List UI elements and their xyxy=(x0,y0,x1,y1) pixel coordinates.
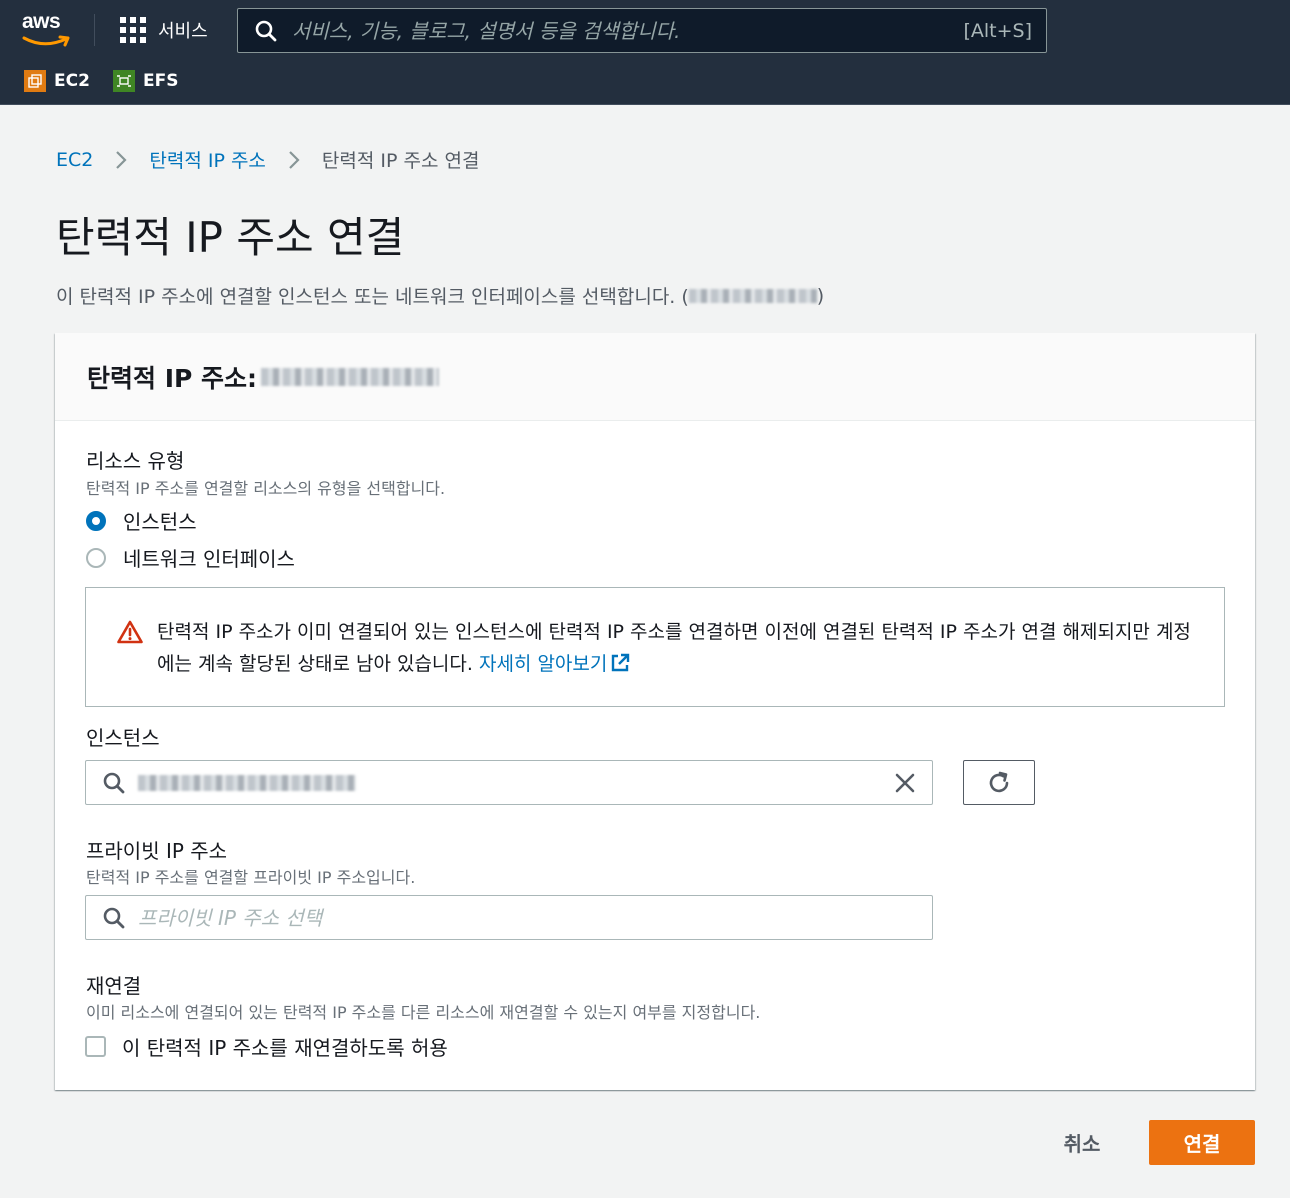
card-header: 탄력적 IP 주소: xyxy=(55,333,1255,421)
aws-logo[interactable]: aws xyxy=(22,10,72,48)
external-link-icon xyxy=(612,653,630,672)
redacted-elastic-ip xyxy=(261,367,440,386)
resource-type-hint: 탄력적 IP 주소를 연결할 리소스의 유형을 선택합니다. xyxy=(86,479,446,498)
redacted-ip-address xyxy=(688,288,817,303)
page-description: 이 탄력적 IP 주소에 연결할 인스턴스 또는 네트워크 인터페이스를 선택합… xyxy=(56,282,824,309)
breadcrumb: EC2 탄력적 IP 주소 탄력적 IP 주소 연결 xyxy=(56,146,479,173)
private-ip-label: 프라이빗 IP 주소 xyxy=(86,839,228,863)
radio-network-interface[interactable]: 네트워크 인터페이스 xyxy=(86,543,295,572)
warning-message: 탄력적 IP 주소가 이미 연결되어 있는 인스턴스에 탄력적 IP 주소를 연… xyxy=(157,621,1191,675)
radio-button[interactable] xyxy=(86,547,106,568)
page-title: 탄력적 IP 주소 연결 xyxy=(56,213,405,262)
private-ip-select[interactable] xyxy=(85,895,933,940)
chevron-right-icon xyxy=(288,150,300,170)
chevron-right-icon xyxy=(115,150,127,170)
instance-select[interactable] xyxy=(85,760,933,805)
aws-smile-icon xyxy=(22,35,70,47)
search-shortcut-hint: [Alt+S] xyxy=(963,19,1032,42)
top-navigation: aws 서비스 [Alt+S] EC2 EFS xyxy=(0,0,1290,105)
association-form-card: 탄력적 IP 주소: xyxy=(55,333,1255,1090)
resource-type-label: 리소스 유형 xyxy=(86,449,185,473)
breadcrumb-link-ec2[interactable]: EC2 xyxy=(56,149,93,171)
favorite-ec2[interactable]: EC2 xyxy=(24,70,90,92)
clear-icon[interactable] xyxy=(892,770,918,796)
private-ip-hint: 탄력적 IP 주소를 연결할 프라이빗 IP 주소입니다. xyxy=(86,868,416,887)
efs-icon xyxy=(113,70,135,92)
warning-alert: 탄력적 IP 주소가 이미 연결되어 있는 인스턴스에 탄력적 IP 주소를 연… xyxy=(85,587,1225,707)
allow-reassociation-checkbox-row[interactable]: 이 탄력적 IP 주소를 재연결하도록 허용 xyxy=(85,1032,448,1061)
breadcrumb-current: 탄력적 IP 주소 연결 xyxy=(321,150,480,172)
breadcrumb-link-elastic-ips[interactable]: 탄력적 IP 주소 xyxy=(149,146,266,173)
refresh-icon xyxy=(989,771,1009,792)
refresh-button[interactable] xyxy=(963,760,1035,805)
redacted-instance-id xyxy=(138,774,356,791)
nav-divider xyxy=(94,14,95,46)
reassociation-hint: 이미 리소스에 연결되어 있는 탄력적 IP 주소를 다른 리소스에 재연결할 … xyxy=(86,1003,761,1022)
card-title: 탄력적 IP 주소: xyxy=(87,363,258,393)
reassociation-label: 재연결 xyxy=(86,974,142,998)
ec2-icon xyxy=(24,70,46,92)
grid-icon xyxy=(120,17,146,43)
instance-label: 인스턴스 xyxy=(86,726,160,750)
private-ip-input[interactable] xyxy=(138,905,932,930)
global-search[interactable]: [Alt+S] xyxy=(237,8,1047,53)
page-description-suffix: ) xyxy=(816,284,825,307)
search-icon xyxy=(103,772,125,793)
favorite-efs[interactable]: EFS xyxy=(113,70,178,92)
radio-instance[interactable]: 인스턴스 xyxy=(86,506,197,535)
allow-reassociation-checkbox[interactable] xyxy=(85,1036,106,1057)
cancel-button[interactable]: 취소 xyxy=(1045,1120,1119,1165)
global-search-input[interactable] xyxy=(292,18,964,43)
warning-icon xyxy=(117,620,143,644)
search-icon xyxy=(103,907,125,928)
radio-button-selected[interactable] xyxy=(86,510,106,531)
page-description-text: 이 탄력적 IP 주소에 연결할 인스턴스 또는 네트워크 인터페이스를 선택합… xyxy=(56,286,689,308)
associate-button[interactable]: 연결 xyxy=(1149,1120,1255,1165)
services-menu-button[interactable]: 서비스 xyxy=(120,14,208,46)
learn-more-link[interactable]: 자세히 알아보기 xyxy=(479,653,631,675)
search-icon xyxy=(255,20,277,41)
